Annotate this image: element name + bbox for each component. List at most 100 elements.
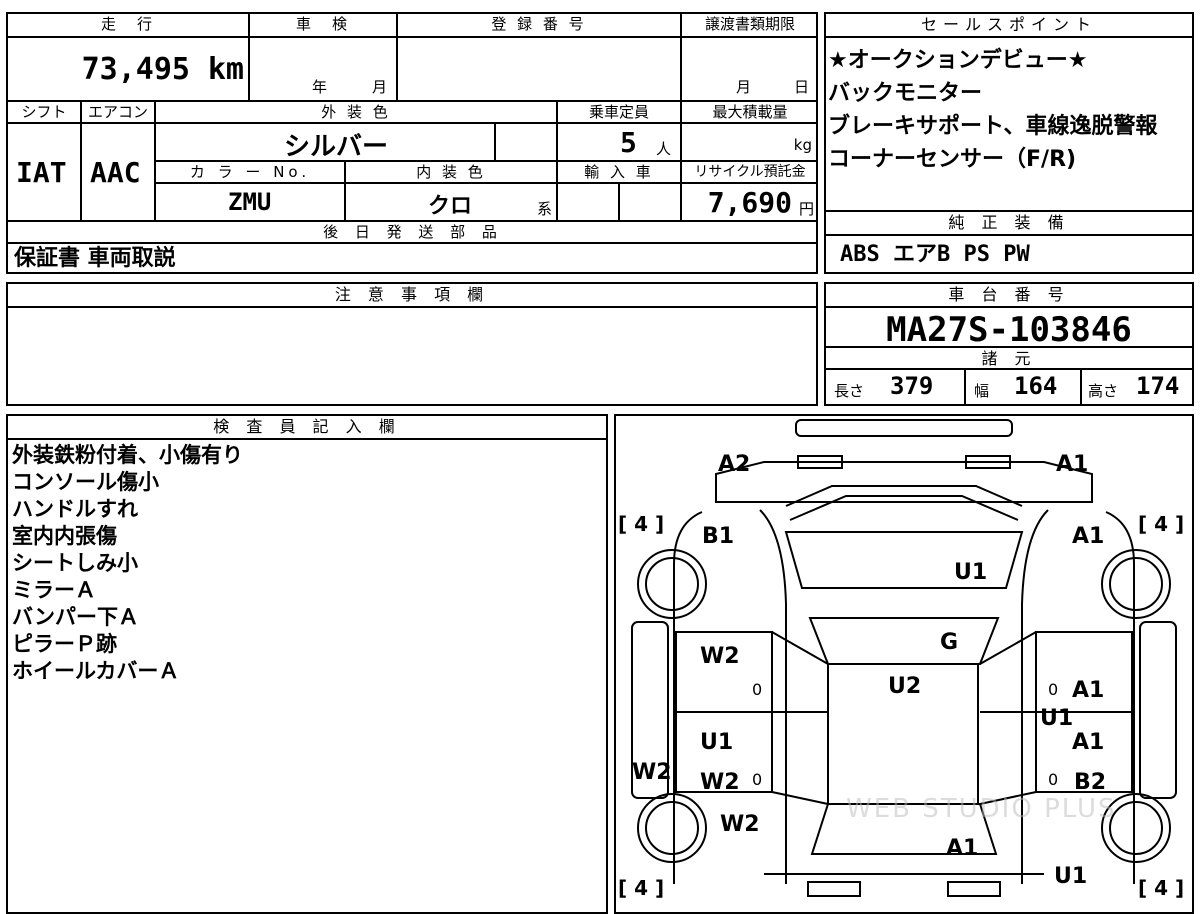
damage-mark: A1 xyxy=(1056,452,1089,477)
shift-header: シフト xyxy=(8,102,82,124)
damage-mark: U1 xyxy=(700,730,734,755)
width-label: 幅 xyxy=(974,382,990,400)
recycle-fee-header: リサイクル預託金 xyxy=(682,162,818,184)
interior-color-header: 内 装 色 xyxy=(346,162,558,184)
shift-cell: IAT xyxy=(8,124,82,222)
inspection-year: 年 xyxy=(312,78,328,96)
damage-mark: A1 xyxy=(946,836,979,861)
recycle-fee-cell: 7,690 円 xyxy=(682,184,818,222)
exterior-color-header: 外 装 色 xyxy=(156,102,558,124)
transfer-deadline-cell: 月 日 xyxy=(682,38,818,102)
mileage-header: 走 行 xyxy=(8,14,250,38)
aircon-cell: AAC xyxy=(82,124,156,222)
later-parts-value: 保証書 車両取説 xyxy=(14,246,176,271)
zero-mark: 0 xyxy=(1048,770,1059,789)
zero-mark: 0 xyxy=(1048,680,1059,699)
wheel-front-right-inner xyxy=(1109,557,1163,611)
import-cell-a xyxy=(558,184,620,222)
damage-mark: W2 xyxy=(700,644,740,669)
damage-mark: G xyxy=(940,630,959,655)
notes-box: 注 意 事 項 欄 xyxy=(6,282,818,406)
inspector-note: ハンドルすれ xyxy=(12,497,138,521)
left-pillar-a xyxy=(771,631,829,665)
inspector-note: コンソール傷小 xyxy=(12,470,159,494)
mileage-unit: km xyxy=(207,52,244,87)
registration-cell xyxy=(398,38,682,102)
shift-value: IAT xyxy=(16,156,67,189)
windshield xyxy=(808,617,1000,665)
wheel-front-left xyxy=(637,549,707,619)
max-load-unit: kg xyxy=(793,136,812,154)
inspector-note: バンパー下Ａ xyxy=(12,605,140,629)
interior-color-value: クロ xyxy=(428,194,473,219)
width-value: 164 xyxy=(1014,372,1058,400)
exterior-color-extra-cell xyxy=(496,124,558,162)
max-load-cell: kg xyxy=(682,124,818,162)
capacity-value: 5 xyxy=(620,126,637,159)
exterior-color-cell: シルバー xyxy=(156,124,496,162)
recycle-fee-unit: 円 xyxy=(798,200,814,218)
hood-inner xyxy=(789,495,1019,521)
right-pillar-a xyxy=(979,631,1037,665)
inspector-note: シートしみ小 xyxy=(12,551,138,575)
capacity-cell: 5 人 xyxy=(558,124,682,162)
chassis-box: 車 台 番 号 MA27S-103846 諸 元 長さ 379 幅 164 高さ… xyxy=(824,282,1194,406)
inspector-note: 室内内張傷 xyxy=(12,524,117,548)
sales-points-header: セールスポイント xyxy=(826,14,1192,38)
sales-point-item: バックモニター xyxy=(828,81,983,106)
transfer-day: 日 xyxy=(794,78,810,96)
color-no-value: ZMU xyxy=(228,188,272,216)
color-no-cell: ZMU xyxy=(156,184,346,222)
sales-point-item: ブレーキサポート、車線逸脱警報 xyxy=(828,114,1158,139)
wheel-front-right xyxy=(1101,549,1171,619)
chassis-header: 車 台 番 号 xyxy=(826,284,1192,308)
sales-points-list: ★オークションデビュー★ バックモニター ブレーキサポート、車線逸脱警報 コーナ… xyxy=(828,44,1158,176)
chassis-value: MA27S-103846 xyxy=(886,310,1132,350)
tire-label-rear-left: [ 4 ] xyxy=(618,876,665,900)
exterior-color-value: シルバー xyxy=(284,132,389,162)
mileage-value: 73,495 xyxy=(81,52,190,87)
damage-mark: U1 xyxy=(954,560,988,585)
capacity-unit: 人 xyxy=(656,140,672,158)
recycle-fee-value: 7,690 xyxy=(707,186,792,219)
damage-mark: B2 xyxy=(1074,770,1107,795)
tire-label-front-right: [ 4 ] xyxy=(1138,512,1185,536)
wheel-rear-left-inner xyxy=(645,801,699,855)
inspector-box: 検 査 員 記 入 欄 外装鉄粉付着、小傷有り コンソール傷小 ハンドルすれ 室… xyxy=(6,414,608,914)
sales-point-item: ★オークションデビュー★ xyxy=(828,48,1088,73)
right-taillight xyxy=(947,881,1001,897)
height-label: 高さ xyxy=(1088,382,1119,400)
notes-header: 注 意 事 項 欄 xyxy=(8,284,816,308)
damage-mark: U2 xyxy=(888,674,922,699)
front-bumper-shape xyxy=(795,419,1013,437)
damage-mark: W2 xyxy=(700,770,740,795)
interior-color-cell: クロ 系 xyxy=(346,184,558,222)
width-cell: 幅 164 xyxy=(966,370,1082,404)
inspector-note: ピラーＰ跡 xyxy=(12,632,117,656)
capacity-header: 乗車定員 xyxy=(558,102,682,124)
car-diagram-box: [ 4 ] [ 4 ] [ 4 ] [ 4 ] A2 A1 B1 A1 U1 G… xyxy=(614,414,1194,914)
transfer-month: 月 xyxy=(736,78,752,96)
zero-mark: 0 xyxy=(752,770,763,789)
damage-mark: B1 xyxy=(702,524,735,549)
max-load-header: 最大積載量 xyxy=(682,102,818,124)
sales-point-item: コーナーセンサー（F/R) xyxy=(828,147,1077,172)
inspector-note: 外装鉄粉付着、小傷有り xyxy=(12,443,243,467)
transfer-deadline-header: 譲渡書類期限 xyxy=(682,14,818,38)
right-sill xyxy=(1139,621,1177,799)
later-parts-header: 後 日 発 送 部 品 xyxy=(8,222,818,244)
inspector-note: ホイールカバーＡ xyxy=(12,659,180,683)
aircon-value: AAC xyxy=(90,156,141,189)
damage-mark: U1 xyxy=(1054,864,1088,889)
damage-mark: W2 xyxy=(720,812,760,837)
tire-label-front-left: [ 4 ] xyxy=(618,512,665,536)
inspection-month: 月 xyxy=(372,78,388,96)
damage-mark: A1 xyxy=(1072,524,1105,549)
genuine-equipment-header: 純 正 装 備 xyxy=(826,212,1192,236)
interior-color-suffix: 系 xyxy=(536,200,552,218)
wheel-rear-right-inner xyxy=(1109,801,1163,855)
length-cell: 長さ 379 xyxy=(826,370,966,404)
damage-mark: U1 xyxy=(1040,706,1074,731)
left-pillar-c xyxy=(771,791,829,805)
damage-mark: A1 xyxy=(1072,678,1105,703)
